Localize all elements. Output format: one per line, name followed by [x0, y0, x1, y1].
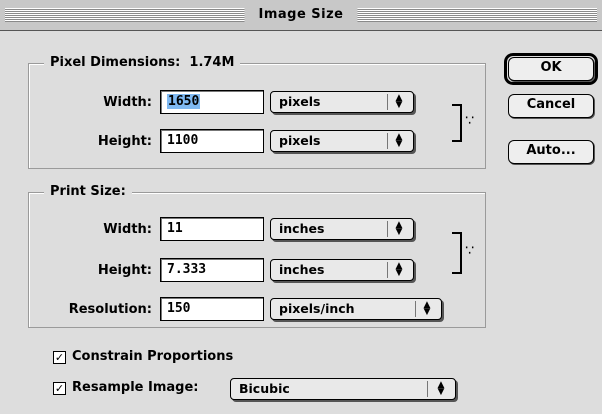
- auto-button[interactable]: Auto...: [508, 140, 594, 164]
- pixel-dimensions-legend: Pixel Dimensions: 1.74M: [44, 55, 241, 71]
- cancel-button[interactable]: Cancel: [508, 94, 594, 118]
- print-height-unit-value: inches: [279, 262, 325, 277]
- resolution-label: Resolution:: [68, 302, 152, 317]
- resolution-unit-select[interactable]: pixels/inch ▲ ▼: [270, 298, 442, 320]
- print-height-value: 7.333: [167, 262, 207, 277]
- resample-method-value: Bicubic: [239, 381, 290, 396]
- chain-link-icon: ∵: [465, 113, 474, 129]
- checkmark-icon: ✓: [54, 351, 65, 364]
- print-size-legend: Print Size:: [44, 184, 132, 200]
- print-width-label: Width:: [103, 222, 152, 237]
- constrain-proportions-checkbox[interactable]: ✓: [53, 351, 66, 364]
- pixel-width-unit-value: pixels: [279, 94, 321, 109]
- constrain-proportions-label[interactable]: Constrain Proportions: [72, 349, 233, 365]
- print-height-unit-select[interactable]: inches ▲ ▼: [270, 259, 414, 281]
- ok-button[interactable]: OK: [508, 57, 594, 81]
- pixel-width-label: Width:: [103, 95, 152, 110]
- pixel-dimensions-group: [28, 63, 486, 169]
- pixel-width-value: 1650: [167, 94, 201, 109]
- resample-image-checkbox[interactable]: ✓: [53, 382, 66, 395]
- pixel-height-input[interactable]: 1100: [160, 129, 264, 153]
- resolution-input[interactable]: 150: [160, 297, 264, 321]
- print-width-value: 11: [167, 221, 183, 236]
- print-width-input[interactable]: 11: [160, 217, 264, 241]
- window-title: Image Size: [244, 6, 358, 24]
- title-bar[interactable]: Image Size: [0, 0, 602, 31]
- checkmark-icon: ✓: [54, 382, 65, 395]
- resolution-unit-value: pixels/inch: [279, 301, 355, 316]
- resample-method-select[interactable]: Bicubic ▲ ▼: [230, 378, 456, 400]
- resample-image-label[interactable]: Resample Image:: [72, 380, 198, 396]
- up-down-arrows-icon: ▲ ▼: [395, 261, 403, 278]
- pixel-link-bracket: [452, 104, 462, 142]
- print-link-bracket: [452, 232, 462, 274]
- pixel-height-label: Height:: [97, 134, 152, 149]
- pixel-width-input[interactable]: 1650: [160, 90, 264, 114]
- print-width-unit-select[interactable]: inches ▲ ▼: [270, 218, 414, 240]
- print-width-unit-value: inches: [279, 221, 325, 236]
- chain-link-icon: ∵: [465, 243, 474, 259]
- resolution-value: 150: [167, 301, 191, 316]
- up-down-arrows-icon: ▲ ▼: [395, 220, 403, 237]
- up-down-arrows-icon: ▲ ▼: [395, 93, 403, 110]
- up-down-arrows-icon: ▲ ▼: [395, 132, 403, 149]
- up-down-arrows-icon: ▲ ▼: [437, 380, 445, 397]
- pixel-height-unit-value: pixels: [279, 133, 321, 148]
- pixel-height-value: 1100: [167, 133, 199, 148]
- pixel-width-unit-select[interactable]: pixels ▲ ▼: [270, 91, 414, 113]
- pixel-height-unit-select[interactable]: pixels ▲ ▼: [270, 130, 414, 152]
- print-height-label: Height:: [97, 263, 152, 278]
- up-down-arrows-icon: ▲ ▼: [423, 300, 431, 317]
- print-height-input[interactable]: 7.333: [160, 258, 264, 282]
